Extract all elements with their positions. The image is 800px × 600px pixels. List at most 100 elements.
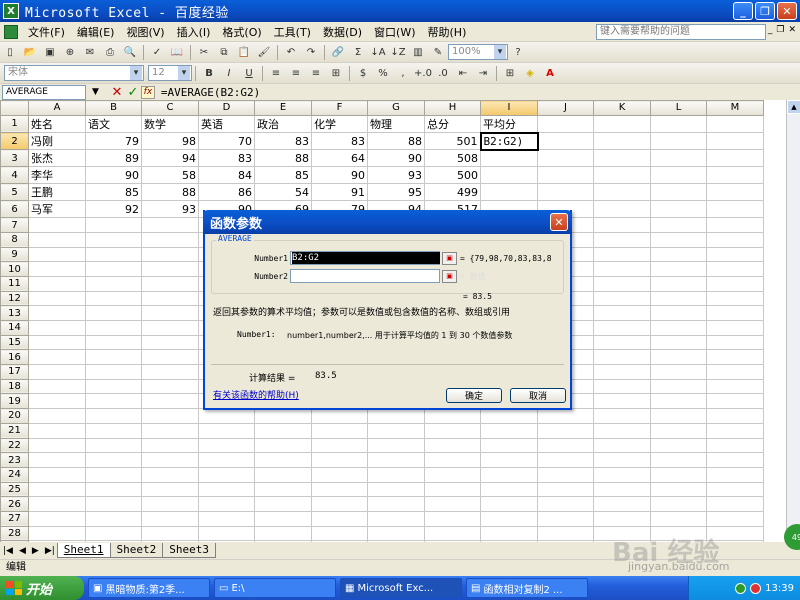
cell-a9[interactable] [28, 246, 86, 263]
cell-d22[interactable] [198, 437, 255, 454]
cell-g1[interactable]: 物理 [367, 114, 425, 134]
cell-b7[interactable] [85, 217, 142, 233]
cell-k18[interactable] [593, 378, 651, 395]
cell-i24[interactable] [480, 466, 538, 483]
cell-c6[interactable]: 93 [141, 200, 199, 219]
cell-g25[interactable] [367, 481, 425, 498]
cell-l1[interactable] [650, 114, 707, 134]
cell-c13[interactable] [141, 305, 199, 321]
row-header[interactable]: 20 [0, 408, 29, 424]
cell-l11[interactable] [650, 275, 707, 292]
cell-f25[interactable] [311, 481, 368, 498]
menu-view[interactable]: 视图(V) [120, 24, 170, 40]
cell-a17[interactable] [28, 364, 86, 380]
cell-m3[interactable] [706, 149, 764, 168]
select-all-corner[interactable] [0, 100, 29, 116]
formula-enter-button[interactable]: ✓ [125, 85, 141, 100]
row-header[interactable]: 7 [0, 217, 29, 233]
cell-c7[interactable] [141, 217, 199, 233]
excel-app-icon[interactable]: X [3, 3, 19, 19]
workbook-icon[interactable] [4, 24, 18, 39]
cell-l8[interactable] [650, 231, 707, 248]
row-header[interactable]: 22 [0, 437, 29, 454]
help-search-input[interactable]: 键入需要帮助的问题 [596, 24, 766, 40]
cell-b11[interactable] [85, 275, 142, 292]
cell-h2[interactable]: 501 [424, 132, 481, 151]
cell-c23[interactable] [141, 452, 199, 468]
increase-indent-icon[interactable]: ⇥ [475, 65, 491, 81]
cell-e22[interactable] [254, 437, 312, 454]
column-header-c[interactable]: C [141, 100, 199, 116]
cell-c4[interactable]: 58 [141, 166, 199, 185]
cell-b4[interactable]: 90 [85, 166, 142, 185]
cell-e24[interactable] [254, 466, 312, 483]
cell-b21[interactable] [85, 422, 142, 439]
cell-k24[interactable] [593, 466, 651, 483]
row-header[interactable]: 23 [0, 452, 29, 468]
cell-e23[interactable] [254, 452, 312, 468]
sheet-tab-1[interactable]: Sheet1 [56, 543, 111, 558]
cell-l12[interactable] [650, 290, 707, 307]
cell-b16[interactable] [85, 349, 142, 366]
sheet-tab-2[interactable]: Sheet2 [109, 543, 164, 558]
cell-h21[interactable] [424, 422, 481, 439]
save-icon[interactable]: ▣ [42, 44, 58, 60]
restore-button[interactable]: ❐ [755, 2, 775, 20]
cell-i5[interactable] [480, 183, 538, 202]
cell-a13[interactable] [28, 305, 86, 321]
cell-d5[interactable]: 86 [198, 183, 255, 202]
cell-m10[interactable] [706, 261, 764, 277]
cell-k22[interactable] [593, 437, 651, 454]
row-header[interactable]: 1 [0, 114, 29, 134]
merge-center-icon[interactable]: ⊞ [328, 65, 344, 81]
cell-k10[interactable] [593, 261, 651, 277]
cell-i28[interactable] [480, 525, 538, 542]
sort-asc-icon[interactable]: ↓A [370, 44, 386, 60]
cell-i20[interactable] [480, 408, 538, 424]
column-header-d[interactable]: D [198, 100, 255, 116]
cell-b15[interactable] [85, 334, 142, 351]
cell-c21[interactable] [141, 422, 199, 439]
cell-e2[interactable]: 83 [254, 132, 312, 151]
cell-m7[interactable] [706, 217, 764, 233]
permission-icon[interactable]: ⊕ [62, 44, 78, 60]
cell-c8[interactable] [141, 231, 199, 248]
formula-input[interactable]: =AVERAGE(B2:G2) [161, 86, 260, 99]
currency-icon[interactable]: $ [355, 65, 371, 81]
cell-h26[interactable] [424, 496, 481, 512]
cell-g22[interactable] [367, 437, 425, 454]
name-box[interactable]: AVERAGE [2, 84, 86, 100]
italic-button[interactable]: I [221, 65, 237, 81]
cell-e3[interactable]: 88 [254, 149, 312, 168]
cell-b23[interactable] [85, 452, 142, 468]
cell-m18[interactable] [706, 378, 764, 395]
cell-a21[interactable] [28, 422, 86, 439]
cell-h24[interactable] [424, 466, 481, 483]
cell-l9[interactable] [650, 246, 707, 263]
cell-g3[interactable]: 90 [367, 149, 425, 168]
cell-i1[interactable]: 平均分 [480, 114, 538, 134]
align-center-icon[interactable]: ≡ [288, 65, 304, 81]
cell-a5[interactable]: 王鹏 [28, 183, 86, 202]
bold-button[interactable]: B [201, 65, 217, 81]
cell-i23[interactable] [480, 452, 538, 468]
cell-a23[interactable] [28, 452, 86, 468]
cell-f1[interactable]: 化学 [311, 114, 368, 134]
cell-c20[interactable] [141, 408, 199, 424]
cell-a3[interactable]: 张杰 [28, 149, 86, 168]
cell-j27[interactable] [537, 510, 594, 527]
cell-l18[interactable] [650, 378, 707, 395]
cell-h1[interactable]: 总分 [424, 114, 481, 134]
cell-a27[interactable] [28, 510, 86, 527]
cell-c3[interactable]: 94 [141, 149, 199, 168]
cell-m11[interactable] [706, 275, 764, 292]
open-icon[interactable]: 📂 [22, 44, 38, 60]
cell-h28[interactable] [424, 525, 481, 542]
font-size-select[interactable]: 12 [148, 65, 192, 81]
cell-b1[interactable]: 语文 [85, 114, 142, 134]
cell-m26[interactable] [706, 496, 764, 512]
chart-wizard-icon[interactable]: ▥ [410, 44, 426, 60]
cell-m15[interactable] [706, 334, 764, 351]
cell-k1[interactable] [593, 114, 651, 134]
row-header[interactable]: 5 [0, 183, 29, 202]
